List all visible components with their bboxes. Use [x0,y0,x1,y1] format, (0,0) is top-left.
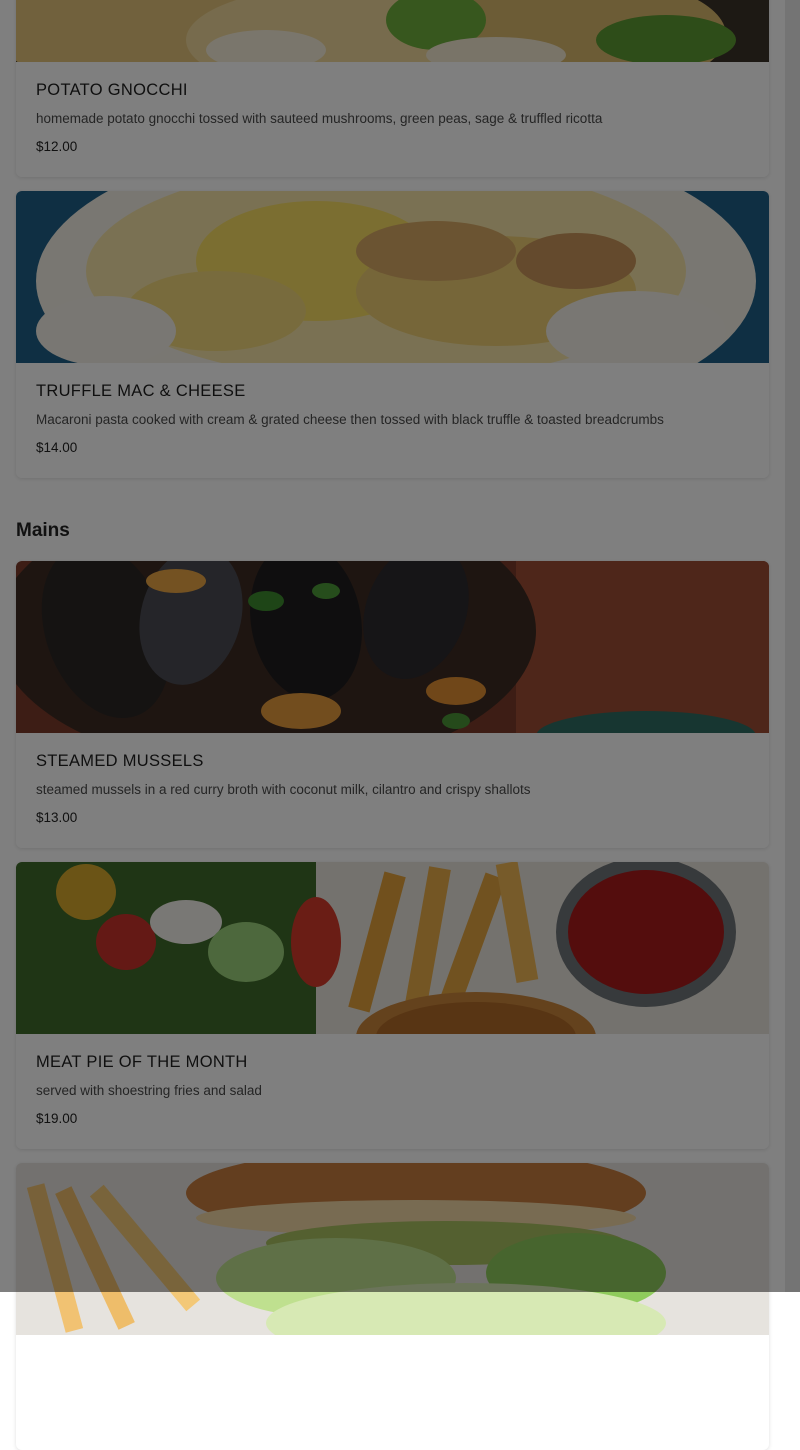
modal-backdrop[interactable] [0,0,800,1292]
